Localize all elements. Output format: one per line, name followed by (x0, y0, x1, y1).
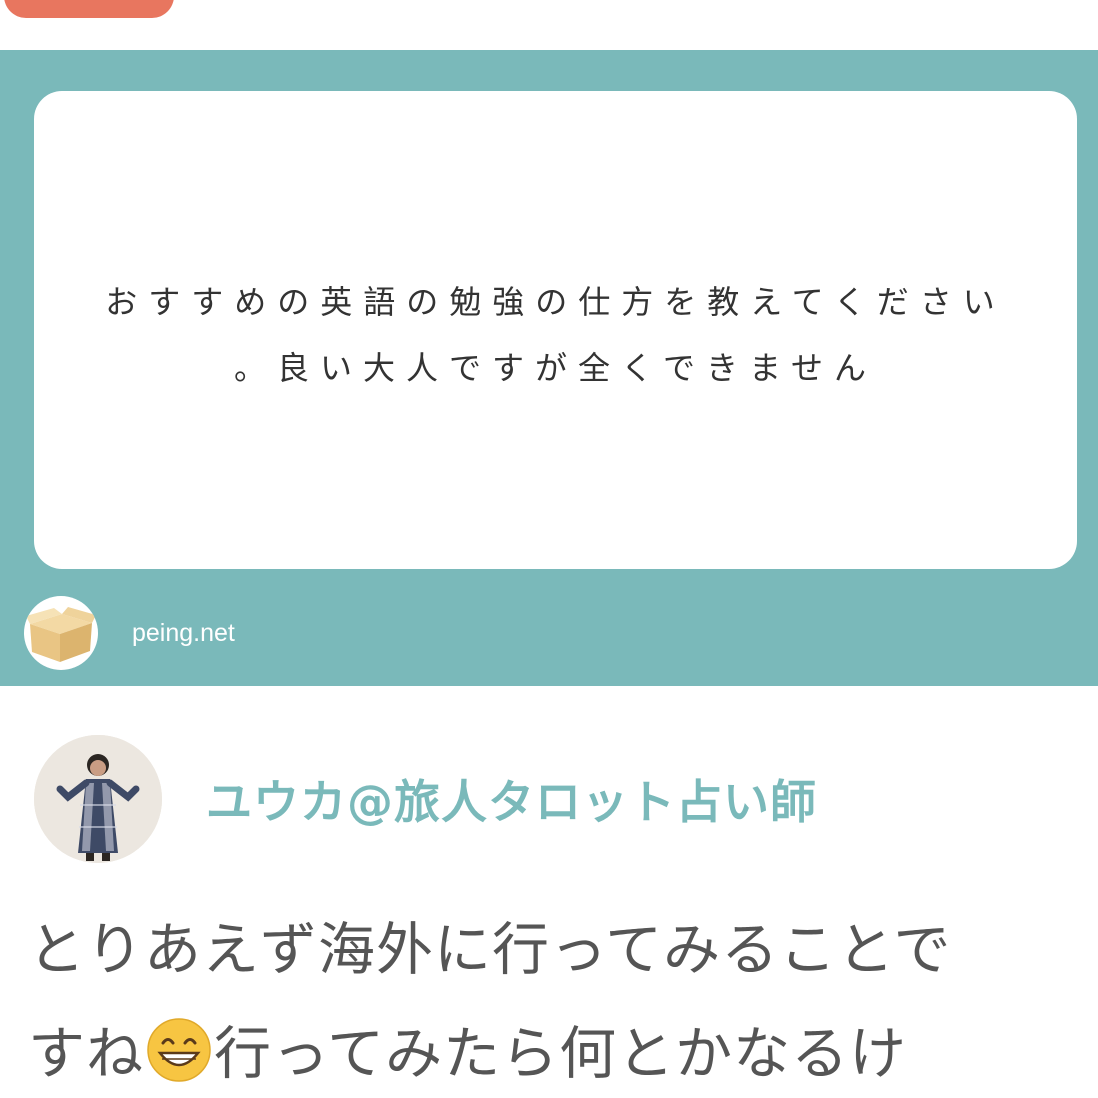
question-card-image[interactable]: おすすめの英語の勉強の仕方を教えてください 。良い大人ですが全くできません pe… (0, 50, 1098, 686)
question-bubble: おすすめの英語の勉強の仕方を教えてください 。良い大人ですが全くできません (34, 91, 1077, 569)
author-name[interactable]: ユウカ@旅人タロット占い師 (206, 766, 817, 832)
question-text: おすすめの英語の勉強の仕方を教えてください 。良い大人ですが全くできません (76, 269, 1036, 401)
question-line-1: おすすめの英語の勉強の仕方を教えてください (105, 283, 1006, 321)
card-footer: peing.net (24, 595, 235, 671)
cardboard-box-icon (24, 596, 98, 670)
answer-line-2-end: 行ってみたら何とかなるけ (214, 1021, 908, 1087)
answer-line-1: とりあえず海外に行ってみることで (28, 917, 952, 983)
category-tag[interactable] (4, 0, 174, 18)
site-label[interactable]: peing.net (132, 619, 235, 648)
question-line-2: 。良い大人ですが全くできません (233, 349, 878, 387)
answer-line-2: すね 行ってみたら何とかなるけ (28, 1002, 1078, 1098)
page: おすすめの英語の勉強の仕方を教えてください 。良い大人ですが全くできません pe… (0, 0, 1098, 1098)
grinning-face-emoji-icon (146, 1012, 212, 1082)
avatar[interactable] (34, 735, 162, 863)
answer-line-2-start: すね (28, 1021, 144, 1087)
answer-text: とりあえず海外に行ってみることで すね 行ってみたら何とかなるけ (28, 898, 1078, 1098)
author-row: ユウカ@旅人タロット占い師 (34, 735, 817, 863)
